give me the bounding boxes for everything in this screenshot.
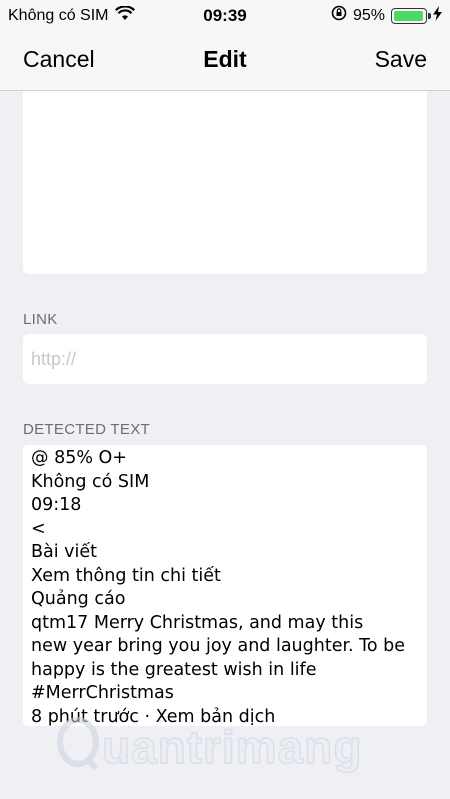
- detected-text-area[interactable]: @ 85% O+ Không có SIM 09:18 < Bài viết Xem th…: [23, 445, 427, 726]
- detected-text-line: Không có SIM: [31, 471, 150, 492]
- detected-text-line: Bài viết: [31, 542, 98, 562]
- detected-text-line: Quảng cáo: [31, 589, 126, 609]
- navigation-bar: Cancel Edit Save: [0, 30, 450, 91]
- orientation-lock-icon: [331, 5, 347, 26]
- battery-percent: 95%: [352, 6, 385, 24]
- detected-text-label: DETECTED TEXT: [23, 421, 150, 438]
- detected-text-line: @ 85% O+: [31, 448, 127, 468]
- detected-text-line: happy is the greatest wish in life: [31, 659, 317, 680]
- cancel-button[interactable]: Cancel: [23, 46, 95, 73]
- note-text-area[interactable]: [23, 91, 427, 274]
- detected-text-line: <: [31, 518, 46, 539]
- save-button[interactable]: Save: [375, 46, 427, 73]
- watermark: uantrimang: [56, 712, 362, 782]
- link-input[interactable]: [23, 334, 427, 384]
- charging-bolt-icon: [433, 5, 442, 26]
- status-bar: Không có SIM 09:39 95%: [0, 0, 450, 30]
- watermark-text: uantrimang: [101, 720, 363, 774]
- detected-text-line: qtm17 Merry Christmas, and may this: [31, 612, 364, 633]
- watermark-logo-icon: [56, 714, 102, 781]
- battery-level-fill: [394, 10, 423, 21]
- detected-text-line: Xem thông tin chi tiết: [31, 565, 221, 586]
- detected-text-line: #MerrChristmas: [31, 683, 174, 703]
- battery-icon: [391, 7, 431, 24]
- link-section-label: LINK: [23, 311, 58, 328]
- battery-nub: [428, 12, 431, 19]
- detected-text-line: new year bring you joy and laughter. To …: [31, 636, 406, 656]
- status-right: 95%: [331, 5, 442, 26]
- detected-text-line: 09:18: [31, 495, 82, 515]
